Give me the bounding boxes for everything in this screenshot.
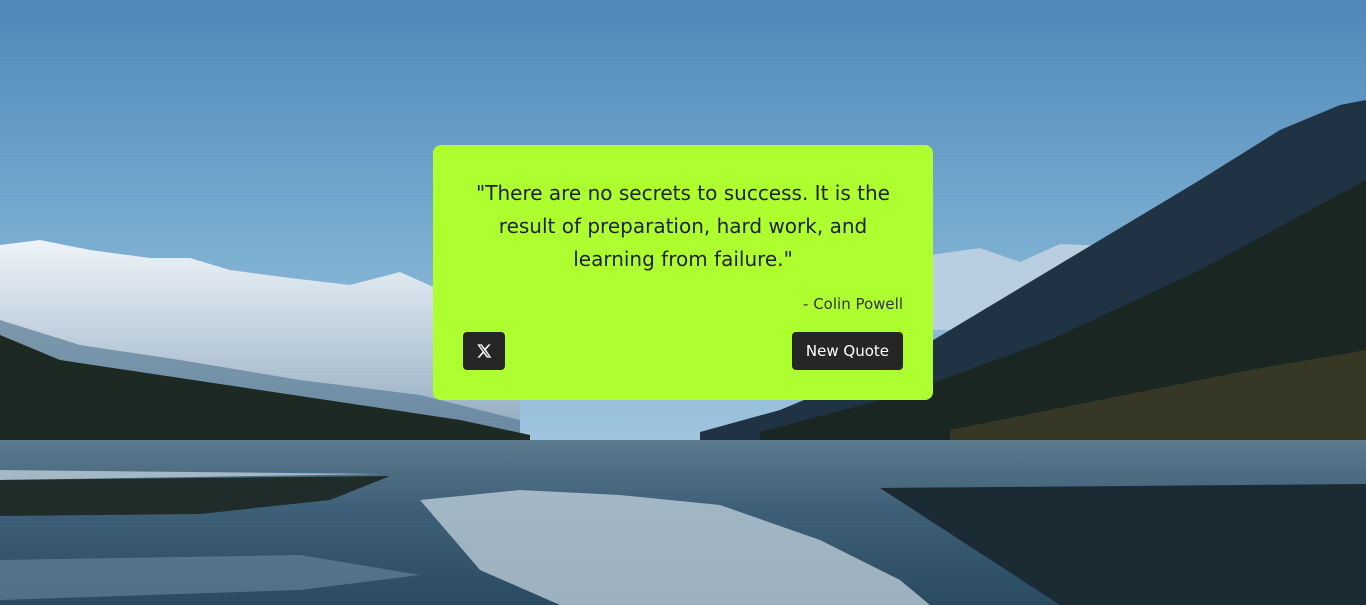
tweet-quote-button[interactable] bbox=[463, 332, 505, 370]
new-quote-button[interactable]: New Quote bbox=[791, 332, 903, 370]
quote-card: "There are no secrets to success. It is … bbox=[433, 145, 933, 400]
quote-author: - Colin Powell bbox=[803, 295, 903, 313]
quote-text: "There are no secrets to success. It is … bbox=[476, 181, 890, 271]
x-logo-icon bbox=[477, 344, 492, 358]
